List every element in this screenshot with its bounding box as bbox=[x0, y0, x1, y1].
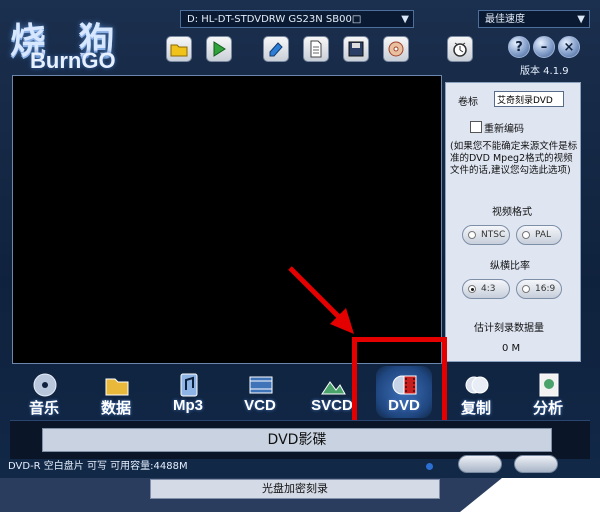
category-music[interactable]: 音乐 bbox=[16, 366, 72, 418]
folder-open-icon bbox=[170, 44, 188, 57]
category-bar: 音乐 数据 Mp3 VCD SVCD DVD 复制 分析 bbox=[8, 366, 588, 418]
copy-disc-icon bbox=[465, 376, 489, 394]
pal-radio bbox=[522, 231, 530, 239]
erase-button[interactable] bbox=[263, 36, 289, 62]
aspect-ratio-label: 纵横比率 bbox=[490, 261, 530, 272]
category-data[interactable]: 数据 bbox=[88, 366, 144, 418]
speed-select-value: 最佳速度 bbox=[485, 14, 525, 25]
close-button[interactable]: × bbox=[558, 36, 580, 58]
document-icon bbox=[310, 40, 322, 58]
category-mp3-label: Mp3 bbox=[173, 397, 203, 414]
music-disc-icon bbox=[33, 373, 57, 397]
aspect-4-3-label: 4:3 bbox=[481, 284, 496, 294]
category-copy-label: 复制 bbox=[460, 400, 491, 417]
svcd-icon bbox=[321, 381, 346, 395]
aspect-16-9-radio bbox=[522, 285, 530, 293]
vcd-icon bbox=[249, 376, 273, 394]
document-button[interactable] bbox=[303, 36, 329, 62]
drive-select[interactable]: D: HL-DT-STDVDRW GS23N SB00□ ▼ bbox=[180, 10, 414, 28]
open-folder-button[interactable] bbox=[166, 36, 192, 62]
pal-label: PAL bbox=[535, 230, 552, 240]
data-folder-icon bbox=[105, 378, 129, 396]
category-mp3[interactable]: Mp3 bbox=[160, 366, 216, 418]
help-button[interactable]: ? bbox=[508, 36, 530, 58]
speed-select[interactable]: 最佳速度 ▼ bbox=[478, 10, 590, 28]
play-button[interactable] bbox=[206, 36, 232, 62]
chevron-down-icon: ▼ bbox=[577, 14, 585, 25]
ntsc-label: NTSC bbox=[481, 230, 506, 240]
mode-title: DVD影碟 bbox=[42, 428, 552, 452]
disc-status: DVD-R 空白盘片 可写 可用容量:4488M bbox=[8, 461, 188, 472]
video-preview bbox=[12, 75, 442, 364]
pal-option[interactable]: PAL bbox=[516, 225, 562, 245]
dvd-settings-panel: 卷标 重新编码 (如果您不能确定来源文件是标准的DVD Mpeg2格式的视频文件… bbox=[445, 82, 581, 362]
encrypt-burn-button[interactable]: 光盘加密刻录 bbox=[150, 479, 440, 499]
ntsc-option[interactable]: NTSC bbox=[462, 225, 510, 245]
burn-disc-button[interactable] bbox=[383, 36, 409, 62]
mode-banner: DVD影碟 bbox=[10, 420, 590, 459]
reencode-checkbox[interactable] bbox=[470, 121, 482, 133]
burngo-window: 烧 狗 BurnGO D: HL-DT-STDVDRW GS23N SB00□ … bbox=[0, 0, 600, 512]
category-data-label: 数据 bbox=[100, 400, 131, 417]
status-indicator bbox=[426, 463, 433, 470]
minimize-button[interactable]: – bbox=[533, 36, 555, 58]
app-logo: 烧 狗 BurnGO bbox=[10, 12, 160, 73]
disc-burn-icon bbox=[388, 41, 404, 57]
timer-button[interactable] bbox=[447, 36, 473, 62]
title-label: 卷标 bbox=[458, 97, 478, 108]
category-analyze[interactable]: 分析 bbox=[520, 366, 576, 418]
reencode-hint: (如果您不能确定来源文件是标准的DVD Mpeg2格式的视频文件的话,建议您勾选… bbox=[450, 141, 578, 176]
analyze-icon bbox=[539, 373, 559, 397]
aspect-4-3-radio bbox=[468, 285, 476, 293]
category-vcd[interactable]: VCD bbox=[232, 366, 288, 418]
aspect-16-9-label: 16:9 bbox=[535, 284, 556, 294]
ntsc-radio bbox=[468, 231, 476, 239]
reencode-label: 重新编码 bbox=[484, 124, 524, 135]
mp3-icon bbox=[180, 373, 198, 397]
scroll-down-button[interactable] bbox=[458, 455, 502, 473]
estimate-label: 估计刻录数据量 bbox=[474, 323, 544, 334]
scroll-up-button[interactable] bbox=[514, 455, 558, 473]
aspect-4-3-option[interactable]: 4:3 bbox=[462, 279, 510, 299]
category-vcd-label: VCD bbox=[244, 397, 276, 414]
logo-english: BurnGO bbox=[30, 48, 116, 73]
chevron-down-icon: ▼ bbox=[401, 14, 409, 25]
timer-icon bbox=[453, 42, 467, 57]
category-analyze-label: 分析 bbox=[532, 400, 563, 417]
play-icon bbox=[213, 41, 226, 57]
aspect-16-9-option[interactable]: 16:9 bbox=[516, 279, 562, 299]
drive-select-value: D: HL-DT-STDVDRW GS23N SB00□ bbox=[187, 14, 362, 25]
version-label: 版本 4.1.9 bbox=[520, 66, 569, 77]
save-button[interactable] bbox=[343, 36, 369, 62]
category-copy[interactable]: 复制 bbox=[448, 366, 504, 418]
save-icon bbox=[348, 41, 364, 57]
erase-icon bbox=[269, 42, 283, 57]
estimate-value: 0 M bbox=[502, 343, 521, 354]
category-music-label: 音乐 bbox=[28, 400, 59, 417]
title-input[interactable] bbox=[494, 91, 564, 107]
video-format-label: 视频格式 bbox=[492, 207, 532, 218]
